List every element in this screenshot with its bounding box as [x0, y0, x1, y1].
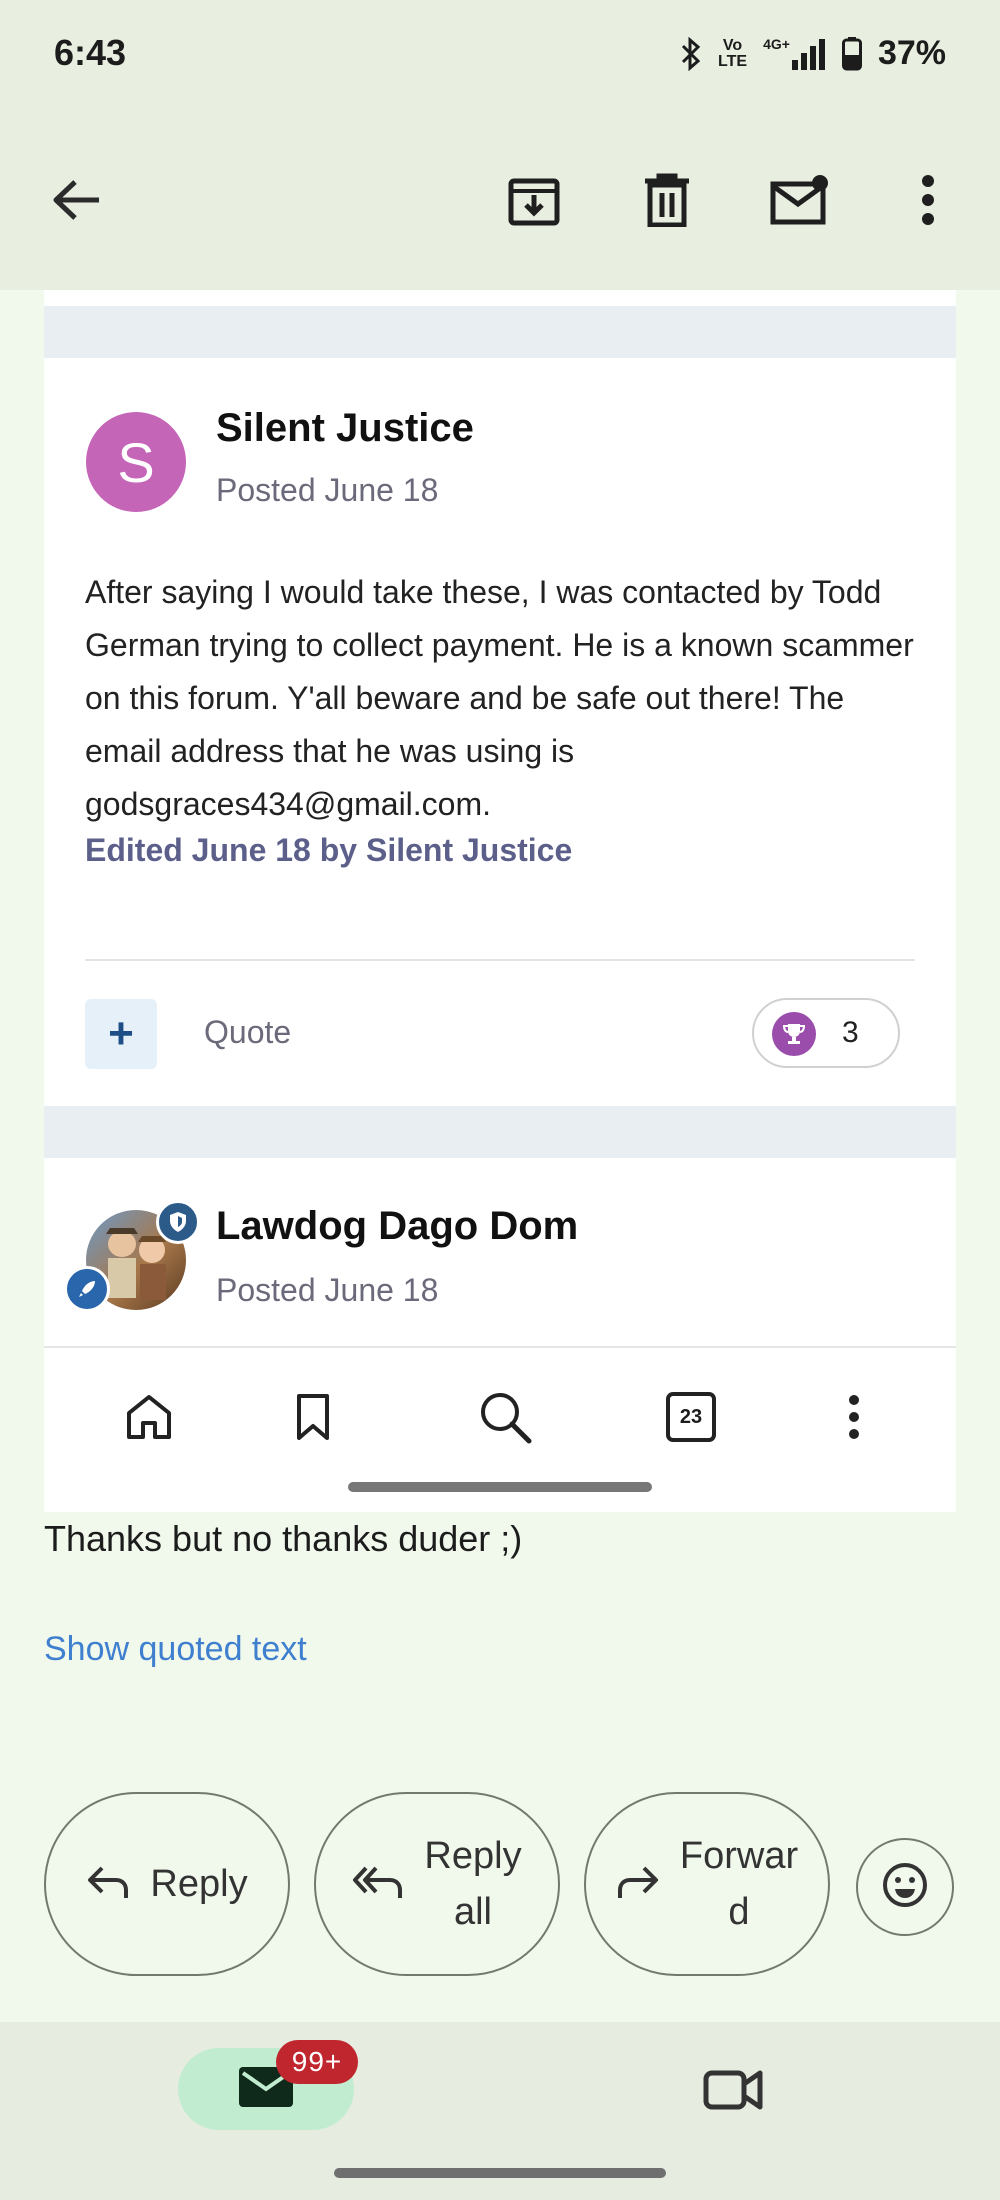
- divider: [85, 959, 915, 961]
- status-time: 6:43: [54, 32, 127, 73]
- signal-icon: 4G+: [763, 35, 826, 70]
- unread-badge: 99+: [276, 2040, 358, 2084]
- reply-all-icon: [352, 1864, 404, 1905]
- status-icons: Vo LTE 4G+ 37%: [680, 34, 946, 73]
- delete-icon[interactable]: [637, 170, 697, 230]
- post-body: After saying I would take these, I was c…: [85, 574, 914, 822]
- post-date: Posted June 18: [216, 1272, 439, 1308]
- volte-icon: Vo LTE: [718, 36, 748, 70]
- forward-icon: [616, 1864, 660, 1905]
- mark-unread-icon[interactable]: [770, 170, 830, 230]
- reply-button[interactable]: Reply: [44, 1792, 290, 1976]
- rocket-icon: [64, 1266, 110, 1312]
- reply-all-label: Reply all: [424, 1835, 522, 1933]
- forward-label: Forwar d: [679, 1835, 799, 1933]
- reaction-button[interactable]: 3: [752, 998, 900, 1068]
- multiquote-button[interactable]: +: [85, 999, 157, 1069]
- post-separator: [44, 1106, 956, 1158]
- gesture-handle: [334, 2168, 666, 2178]
- post-author[interactable]: Lawdog Dago Dom: [216, 1204, 578, 1249]
- quote-button[interactable]: Quote: [204, 1014, 291, 1051]
- post-date: Posted June 18: [216, 472, 439, 508]
- avatar[interactable]: S: [86, 412, 186, 512]
- tabs-icon[interactable]: 23: [656, 1382, 726, 1452]
- reaction-count: 3: [842, 1016, 859, 1049]
- forward-button[interactable]: Forwar d: [584, 1792, 830, 1976]
- archive-icon[interactable]: [504, 170, 564, 230]
- post-author[interactable]: Silent Justice: [216, 406, 474, 451]
- search-icon[interactable]: [470, 1382, 540, 1452]
- smiley-icon: [881, 1861, 929, 1914]
- network-type: 4G+: [763, 35, 790, 52]
- reply-label: Reply: [150, 1863, 248, 1905]
- more-vert-icon[interactable]: [898, 170, 958, 230]
- reply-all-button[interactable]: Reply all: [314, 1792, 560, 1976]
- edited-note: Edited June 18 by Silent Justice: [85, 832, 573, 868]
- more-vert-icon[interactable]: [819, 1382, 889, 1452]
- bluetooth-icon: [680, 36, 702, 71]
- email-message-text: Thanks but no thanks duder ;): [44, 1518, 523, 1559]
- emoji-reaction-button[interactable]: [856, 1838, 954, 1936]
- post-separator: [44, 306, 956, 358]
- trophy-icon: [772, 1012, 816, 1056]
- video-camera-icon[interactable]: [700, 2060, 766, 2118]
- shield-icon: [156, 1200, 200, 1244]
- tabs-count: 23: [666, 1392, 716, 1442]
- show-quoted-text-link[interactable]: Show quoted text: [44, 1630, 307, 1669]
- reply-icon: [86, 1864, 130, 1905]
- battery-percent: 37%: [877, 34, 946, 72]
- back-arrow-icon[interactable]: [46, 170, 106, 230]
- browser-home-handle: [348, 1482, 652, 1492]
- bookmark-icon[interactable]: [278, 1382, 348, 1452]
- home-icon[interactable]: [114, 1382, 184, 1452]
- battery-icon: [841, 36, 862, 71]
